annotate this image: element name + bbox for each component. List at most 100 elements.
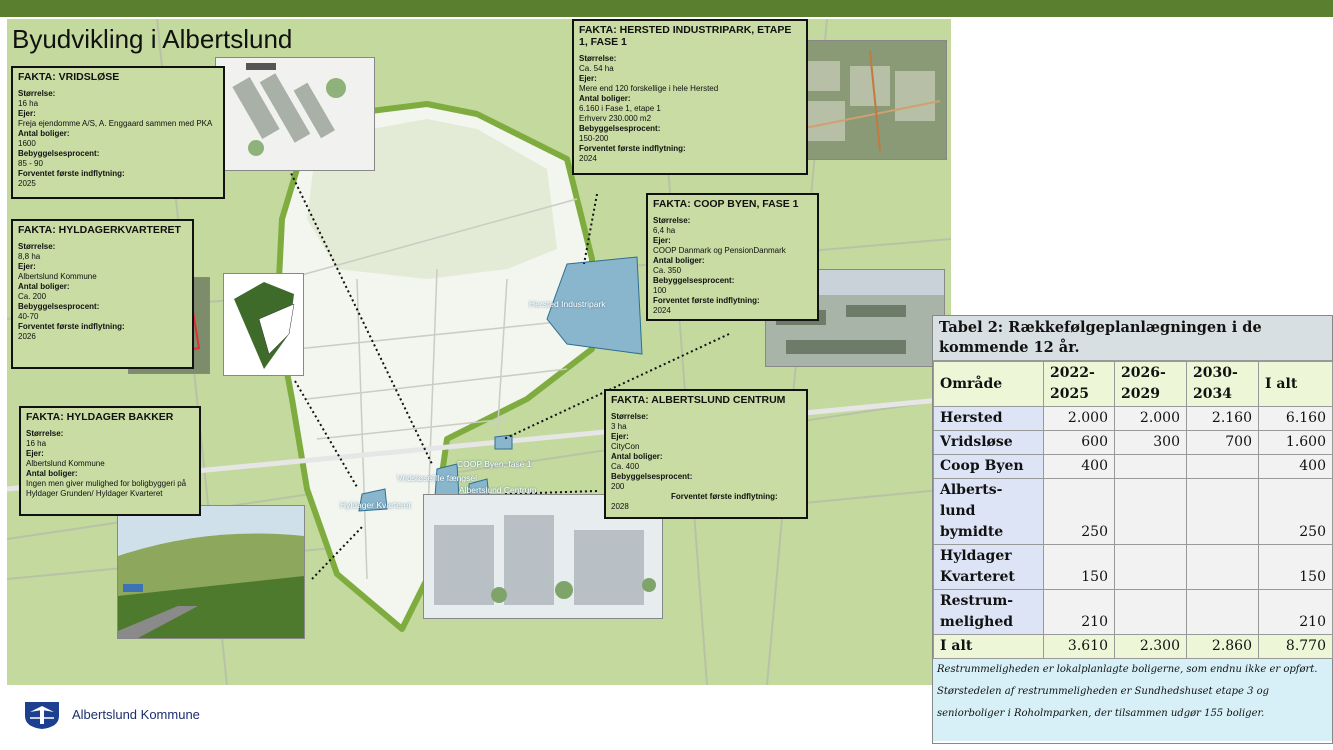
fact-key: Størrelse: xyxy=(579,54,617,63)
fact-title: FAKTA: ALBERTSLUND CENTRUM xyxy=(611,394,786,406)
table-header: 2022-2025 xyxy=(1043,361,1115,407)
fact-key: Bebyggelsesprocent: xyxy=(18,302,100,311)
table-cell: 300 xyxy=(1114,430,1187,455)
table-cell: 250 xyxy=(1258,478,1333,545)
fact-box-hyldager-bakker: FAKTA: HYLDAGER BAKKER Størrelse: 16 ha … xyxy=(19,406,201,516)
fact-value: Freja ejendomme A/S, A. Enggaard sammen … xyxy=(18,119,213,128)
fact-key: Ejer: xyxy=(26,449,44,458)
fact-box-hyldagerkvarteret: FAKTA: HYLDAGERKVARTERET Størrelse: 8,8 … xyxy=(11,219,194,369)
top-bar xyxy=(0,0,1333,17)
map-label-vridslose: Vridsløselille fængsel xyxy=(397,473,477,483)
hyldagerkvarteret-plan-image xyxy=(223,273,304,376)
fact-value: Ca. 400 xyxy=(611,462,640,471)
fact-value: Mere end 120 forskellige i hele Hersted xyxy=(579,84,719,93)
fact-value: 16 ha xyxy=(18,99,39,108)
table-cell: 210 xyxy=(1258,589,1333,635)
fact-key: Ejer: xyxy=(611,432,629,441)
fact-value: Ca. 350 xyxy=(653,266,682,275)
table-cell-area: Vridsløse xyxy=(933,430,1044,455)
fact-key: Størrelse: xyxy=(611,412,649,421)
fact-value: COOP Danmark og PensionDanmark xyxy=(653,246,786,255)
logo-text: Albertslund Kommune xyxy=(72,707,200,722)
table: Område 2022-2025 2026-2029 2030-2034 I a… xyxy=(933,361,1333,659)
table-cell xyxy=(1114,478,1187,545)
map-label-coop: COOP Byen, fase 1 xyxy=(457,459,532,469)
fact-title: FAKTA: VRIDSLØSE xyxy=(18,71,120,83)
table-header: 2030-2034 xyxy=(1186,361,1259,407)
fact-value: 200 xyxy=(611,482,625,491)
fact-value: 1600 xyxy=(18,139,36,148)
fact-value: 2024 xyxy=(579,154,597,163)
fact-value: 100 xyxy=(653,286,667,295)
table-cell-area: Restrum-melighed xyxy=(933,589,1044,635)
fact-key: Antal boliger: xyxy=(18,129,70,138)
map-label-hersted: Hersted Industripark xyxy=(529,299,606,309)
table-cell-area: Hyldager Kvarteret xyxy=(933,544,1044,590)
table-note: Restrummeligheden er lokalplanlagte boli… xyxy=(933,659,1332,741)
fact-title: FAKTA: HYLDAGERKVARTERET xyxy=(18,224,181,236)
table-cell: 600 xyxy=(1043,430,1115,455)
fact-value: 2024 xyxy=(653,306,671,315)
fact-key: Størrelse: xyxy=(18,89,56,98)
table-row: Alberts-lund bymidte 250 250 xyxy=(933,478,1333,545)
fact-key: Størrelse: xyxy=(653,216,691,225)
fact-key: Forventet første indflytning: xyxy=(671,492,778,501)
table-cell: 2.000 xyxy=(1043,406,1115,431)
fact-value: 2028 xyxy=(611,502,629,511)
table-cell: 150 xyxy=(1043,544,1115,590)
fact-key: Bebyggelsesprocent: xyxy=(653,276,735,285)
table-cell: 1.600 xyxy=(1258,430,1333,455)
table-cell: 210 xyxy=(1043,589,1115,635)
table-cell-area: Coop Byen xyxy=(933,454,1044,479)
table-cell xyxy=(1186,544,1259,590)
fact-box-centrum: FAKTA: ALBERTSLUND CENTRUM Størrelse: 3 … xyxy=(604,389,808,519)
table-cell: 150 xyxy=(1258,544,1333,590)
fact-value: 3 ha xyxy=(611,422,627,431)
map-slide: Byudvikling i Albertslund FAKTA: VRIDSLØ… xyxy=(7,19,951,685)
fact-key: Størrelse: xyxy=(26,429,64,438)
map-label-centrum: Albertslund Centrum xyxy=(459,485,537,495)
fact-value: 40-70 xyxy=(18,312,39,321)
table-cell-area: I alt xyxy=(933,634,1044,659)
fact-key: Antal boliger: xyxy=(611,452,663,461)
fact-key: Bebyggelsesprocent: xyxy=(579,124,661,133)
fact-key: Bebyggelsesprocent: xyxy=(18,149,100,158)
fact-key: Antal boliger: xyxy=(579,94,631,103)
fact-title: FAKTA: HERSTED INDUSTRIPARK, ETAPE 1, FA… xyxy=(579,24,792,48)
table-cell: 2.000 xyxy=(1114,406,1187,431)
fact-value: 6.160 i Fase 1, etape 1 Erhverv 230.000 … xyxy=(579,104,661,123)
table-cell: 6.160 xyxy=(1258,406,1333,431)
fact-key: Forventet første indflytning: xyxy=(579,144,686,153)
fact-value: Ca. 200 xyxy=(18,292,47,301)
table-header: Område xyxy=(933,361,1044,407)
fact-box-hersted: FAKTA: HERSTED INDUSTRIPARK, ETAPE 1, FA… xyxy=(572,19,808,175)
hyldager-bakker-photo xyxy=(117,505,305,639)
table-cell: 250 xyxy=(1043,478,1115,545)
fact-key: Ejer: xyxy=(579,74,597,83)
table-cell xyxy=(1186,478,1259,545)
table-cell xyxy=(1186,454,1259,479)
fact-title: FAKTA: HYLDAGER BAKKER xyxy=(26,411,174,423)
fact-key: Antal boliger: xyxy=(26,469,78,478)
table-row: Restrum-melighed 210 210 xyxy=(933,589,1333,635)
albertslund-logo-icon xyxy=(25,702,59,729)
table-cell: 3.610 xyxy=(1043,634,1115,659)
fact-value: 8,8 ha xyxy=(18,252,41,261)
table-title: Tabel 2: Rækkefølgeplanlægningen i de ko… xyxy=(933,316,1332,361)
fact-key: Ejer: xyxy=(653,236,671,245)
fact-key: Antal boliger: xyxy=(18,282,70,291)
table-cell xyxy=(1114,454,1187,479)
table-row: Hersted 2.000 2.000 2.160 6.160 xyxy=(933,406,1333,431)
fact-key: Forventet første indflytning: xyxy=(653,296,760,305)
map-label-hyldager: Hyldager Kvarteret xyxy=(340,500,411,510)
table-cell: 2.860 xyxy=(1186,634,1259,659)
table-header: I alt xyxy=(1258,361,1333,407)
fact-value: CityCon xyxy=(611,442,640,451)
fact-key: Størrelse: xyxy=(18,242,56,251)
fact-value: 2026 xyxy=(18,332,36,341)
fact-lines: Størrelse: 16 ha Ejer: Freja ejendomme A… xyxy=(18,89,218,189)
fact-key: Ejer: xyxy=(18,109,36,118)
table-cell: 400 xyxy=(1258,454,1333,479)
table-cell-area: Hersted xyxy=(933,406,1044,431)
fact-key: Forventet første indflytning: xyxy=(18,169,125,178)
